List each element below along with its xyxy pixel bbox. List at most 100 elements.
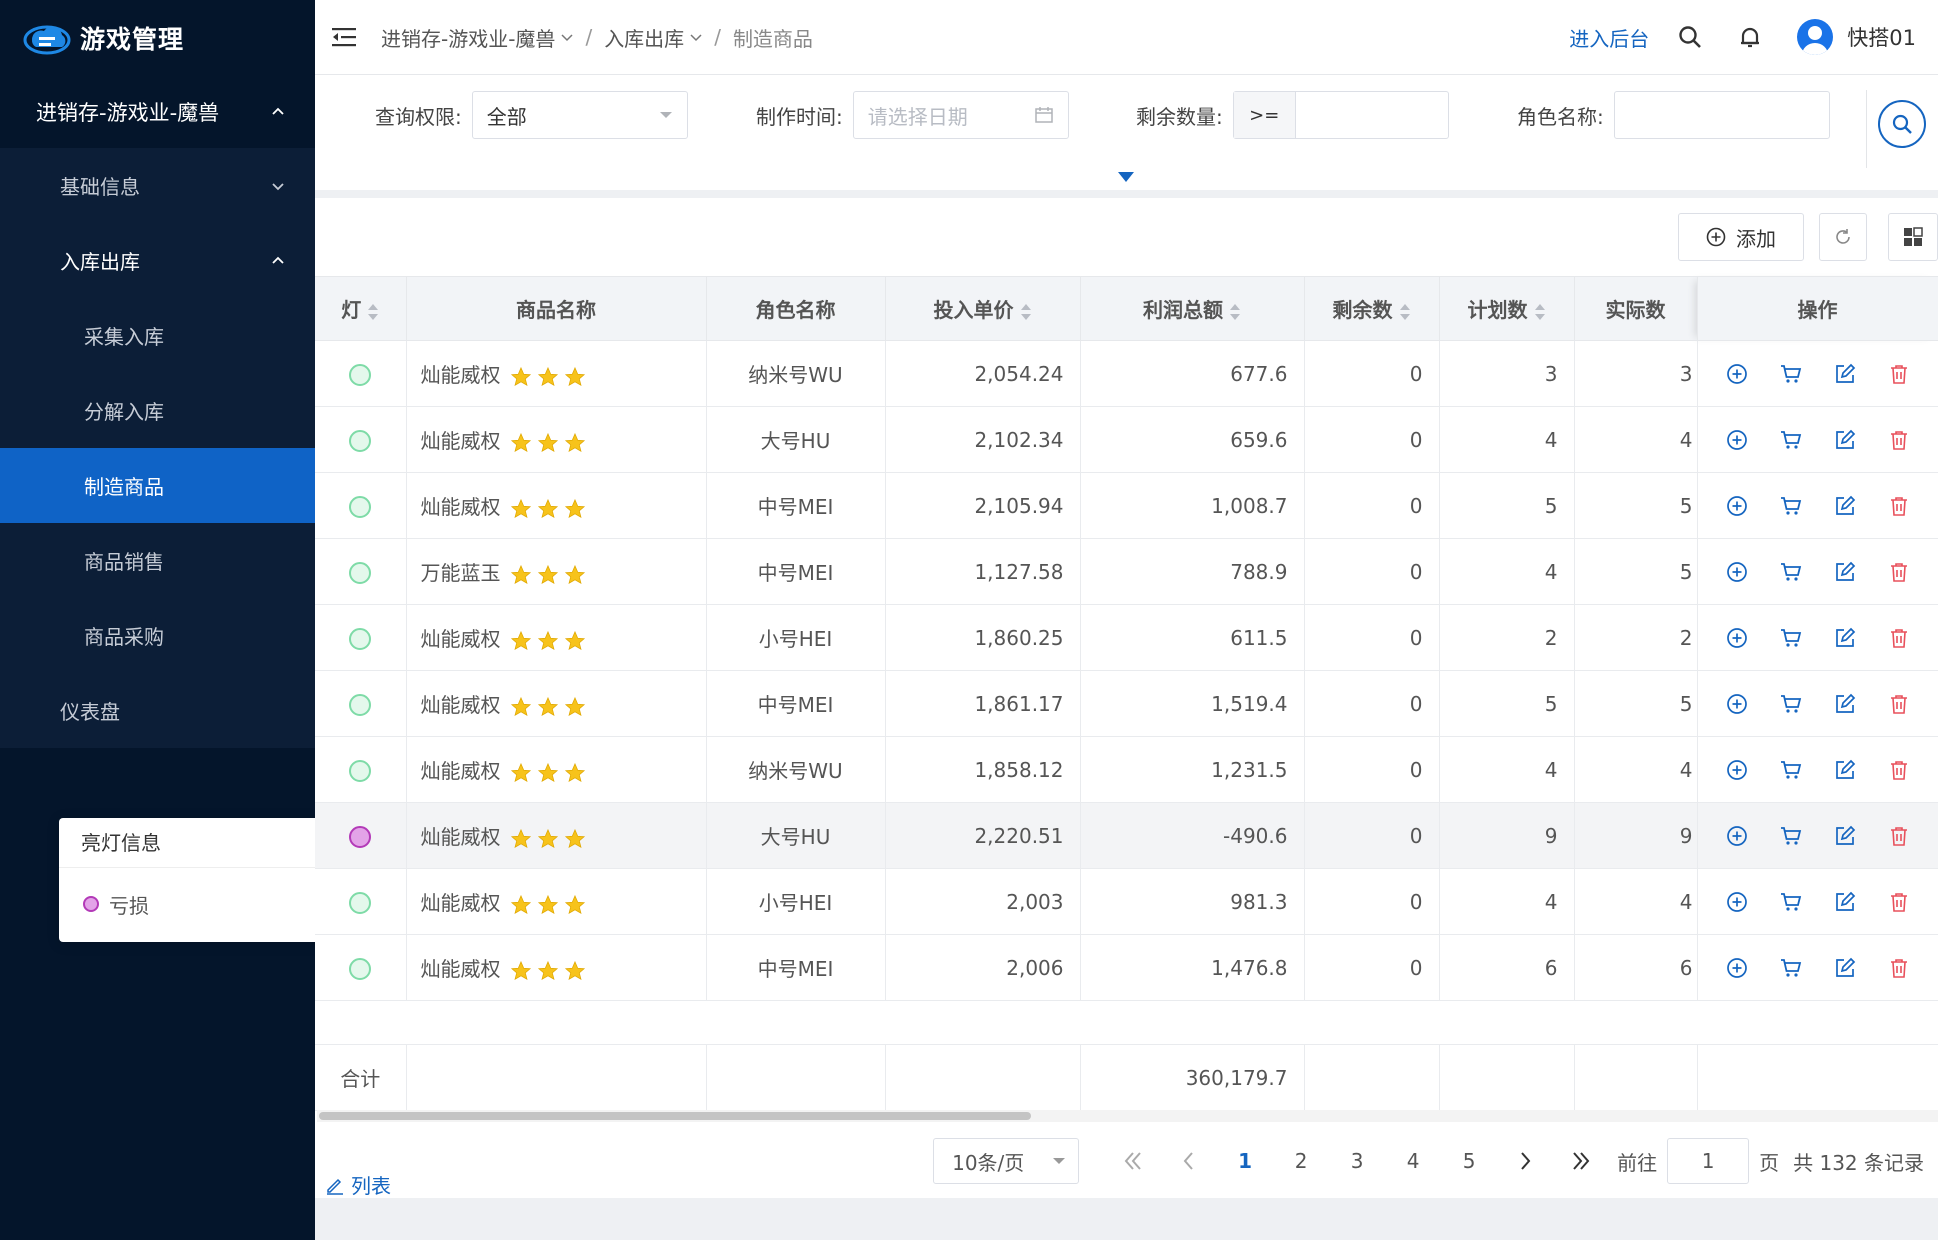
table-row[interactable]: 灿能威权 小号HEI 2,003 981.3 0 4 4 xyxy=(315,868,1938,935)
delete-icon[interactable] xyxy=(1888,363,1910,385)
status-light-icon[interactable] xyxy=(349,957,372,980)
table-row[interactable]: 灿能威权 纳米号WU 2,054.24 677.6 0 3 3 xyxy=(315,340,1938,407)
delete-icon[interactable] xyxy=(1888,495,1910,517)
app-logo[interactable]: 游戏管理 xyxy=(0,0,315,75)
status-light-icon[interactable] xyxy=(349,759,372,782)
status-light-icon[interactable] xyxy=(349,891,372,914)
add-circle-icon[interactable] xyxy=(1726,429,1748,451)
cart-icon[interactable] xyxy=(1780,495,1802,517)
page-number[interactable]: 3 xyxy=(1341,1149,1373,1173)
avatar[interactable] xyxy=(1797,19,1834,55)
delete-icon[interactable] xyxy=(1888,627,1910,649)
page-size-select[interactable]: 10条/页 xyxy=(933,1138,1080,1184)
search-icon[interactable] xyxy=(1677,24,1703,50)
cart-icon[interactable] xyxy=(1780,561,1802,583)
compare-operator[interactable]: >= xyxy=(1233,92,1296,138)
status-light-icon[interactable] xyxy=(349,561,372,584)
table-row[interactable]: 灿能威权 大号HU 2,102.34 659.6 0 4 4 xyxy=(315,406,1938,473)
role-input[interactable] xyxy=(1613,91,1830,139)
status-light-icon[interactable] xyxy=(349,363,372,386)
add-circle-icon[interactable] xyxy=(1726,891,1748,913)
add-circle-icon[interactable] xyxy=(1726,561,1748,583)
page-number[interactable]: 2 xyxy=(1285,1149,1317,1173)
sidebar-item-basic-info[interactable]: 基础信息 xyxy=(0,148,315,223)
delete-icon[interactable] xyxy=(1888,561,1910,583)
admin-link[interactable]: 进入后台 xyxy=(1569,23,1649,52)
edit-icon[interactable] xyxy=(1834,561,1856,583)
table-row[interactable]: 灿能威权 纳米号WU 1,858.12 1,231.5 0 4 4 xyxy=(315,736,1938,803)
sidebar-item-project[interactable]: 进销存-游戏业-魔兽 xyxy=(0,75,315,148)
first-page-icon[interactable] xyxy=(1117,1145,1149,1177)
table-row[interactable]: 灿能威权 小号HEI 1,860.25 611.5 0 2 2 xyxy=(315,604,1938,671)
col-unit-price[interactable]: 投入单价 xyxy=(885,276,1081,341)
add-circle-icon[interactable] xyxy=(1726,759,1748,781)
add-circle-icon[interactable] xyxy=(1726,693,1748,715)
scope-select[interactable]: 全部 xyxy=(471,91,688,139)
col-plan[interactable]: 计划数 xyxy=(1439,276,1575,341)
search-button[interactable] xyxy=(1878,100,1926,148)
sidebar-item-stock-io[interactable]: 入库出库 xyxy=(0,223,315,298)
goto-page-input[interactable]: 1 xyxy=(1667,1138,1750,1184)
table-row[interactable]: 灿能威权 中号MEI 2,105.94 1,008.7 0 5 5 xyxy=(315,472,1938,539)
refresh-button[interactable] xyxy=(1819,213,1867,261)
expand-filters-icon[interactable] xyxy=(1116,170,1136,184)
bell-icon[interactable] xyxy=(1737,24,1763,50)
list-view-link[interactable]: 列表 xyxy=(325,1170,391,1199)
cart-icon[interactable] xyxy=(1780,363,1802,385)
delete-icon[interactable] xyxy=(1888,957,1910,979)
username[interactable]: 快搭01 xyxy=(1847,22,1916,52)
column-settings-button[interactable] xyxy=(1888,213,1938,261)
next-page-icon[interactable] xyxy=(1509,1145,1541,1177)
edit-icon[interactable] xyxy=(1834,363,1856,385)
sidebar-item-decompose-in[interactable]: 分解入库 xyxy=(0,373,315,448)
cart-icon[interactable] xyxy=(1780,429,1802,451)
sidebar-item-dashboard[interactable]: 仪表盘 xyxy=(0,673,315,748)
sidebar-item-purchase[interactable]: 商品采购 xyxy=(0,598,315,673)
delete-icon[interactable] xyxy=(1888,825,1910,847)
table-row[interactable]: 灿能威权 中号MEI 1,861.17 1,519.4 0 5 5 xyxy=(315,670,1938,737)
add-circle-icon[interactable] xyxy=(1726,495,1748,517)
sidebar-item-collect-in[interactable]: 采集入库 xyxy=(0,298,315,373)
horizontal-scrollbar[interactable] xyxy=(317,1110,1938,1122)
status-light-icon[interactable] xyxy=(349,627,372,650)
cart-icon[interactable] xyxy=(1780,957,1802,979)
col-total-profit[interactable]: 利润总额 xyxy=(1080,276,1305,341)
page-number[interactable]: 4 xyxy=(1397,1149,1429,1173)
col-remain[interactable]: 剩余数 xyxy=(1304,276,1440,341)
edit-icon[interactable] xyxy=(1834,627,1856,649)
cart-icon[interactable] xyxy=(1780,891,1802,913)
edit-icon[interactable] xyxy=(1834,825,1856,847)
table-row[interactable]: 灿能威权 大号HU 2,220.51 -490.6 0 9 9 xyxy=(315,802,1938,869)
delete-icon[interactable] xyxy=(1888,891,1910,913)
status-light-icon[interactable] xyxy=(349,429,372,452)
table-row[interactable]: 万能蓝玉 中号MEI 1,127.58 788.9 0 4 5 xyxy=(315,538,1938,605)
sidebar-item-manufacture[interactable]: 制造商品 xyxy=(0,448,315,523)
edit-icon[interactable] xyxy=(1834,957,1856,979)
cart-icon[interactable] xyxy=(1780,759,1802,781)
cart-icon[interactable] xyxy=(1780,825,1802,847)
prev-page-icon[interactable] xyxy=(1173,1145,1205,1177)
scrollbar-thumb[interactable] xyxy=(319,1112,1031,1120)
status-light-icon[interactable] xyxy=(349,693,372,716)
table-row[interactable]: 灿能威权 中号MEI 2,006 1,476.8 0 6 6 xyxy=(315,934,1938,1001)
remain-input[interactable]: >= xyxy=(1232,91,1449,139)
col-light[interactable]: 灯 xyxy=(315,276,407,341)
add-circle-icon[interactable] xyxy=(1726,627,1748,649)
cart-icon[interactable] xyxy=(1780,627,1802,649)
last-page-icon[interactable] xyxy=(1565,1145,1597,1177)
delete-icon[interactable] xyxy=(1888,759,1910,781)
edit-icon[interactable] xyxy=(1834,495,1856,517)
page-number[interactable]: 1 xyxy=(1229,1149,1261,1173)
date-picker[interactable]: 请选择日期 xyxy=(852,91,1069,139)
add-circle-icon[interactable] xyxy=(1726,363,1748,385)
sidebar-item-sales[interactable]: 商品销售 xyxy=(0,523,315,598)
add-circle-icon[interactable] xyxy=(1726,825,1748,847)
breadcrumb-item-stock-io[interactable]: 入库出库 xyxy=(604,23,702,52)
delete-icon[interactable] xyxy=(1888,693,1910,715)
cart-icon[interactable] xyxy=(1780,693,1802,715)
edit-icon[interactable] xyxy=(1834,693,1856,715)
add-button[interactable]: 添加 xyxy=(1678,213,1804,261)
edit-icon[interactable] xyxy=(1834,429,1856,451)
page-number[interactable]: 5 xyxy=(1453,1149,1485,1173)
edit-icon[interactable] xyxy=(1834,891,1856,913)
